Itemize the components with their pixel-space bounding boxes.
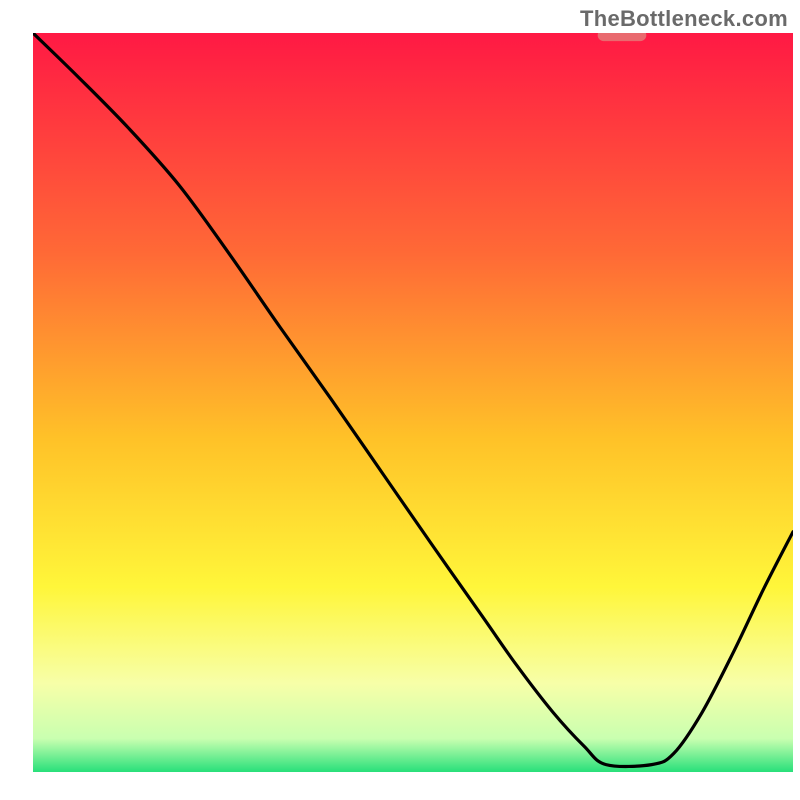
watermark-label: TheBottleneck.com	[580, 6, 788, 32]
chart-stage: TheBottleneck.com	[0, 0, 800, 800]
gradient-background	[33, 33, 793, 772]
bottleneck-chart	[0, 0, 800, 800]
plot-area	[33, 29, 793, 772]
